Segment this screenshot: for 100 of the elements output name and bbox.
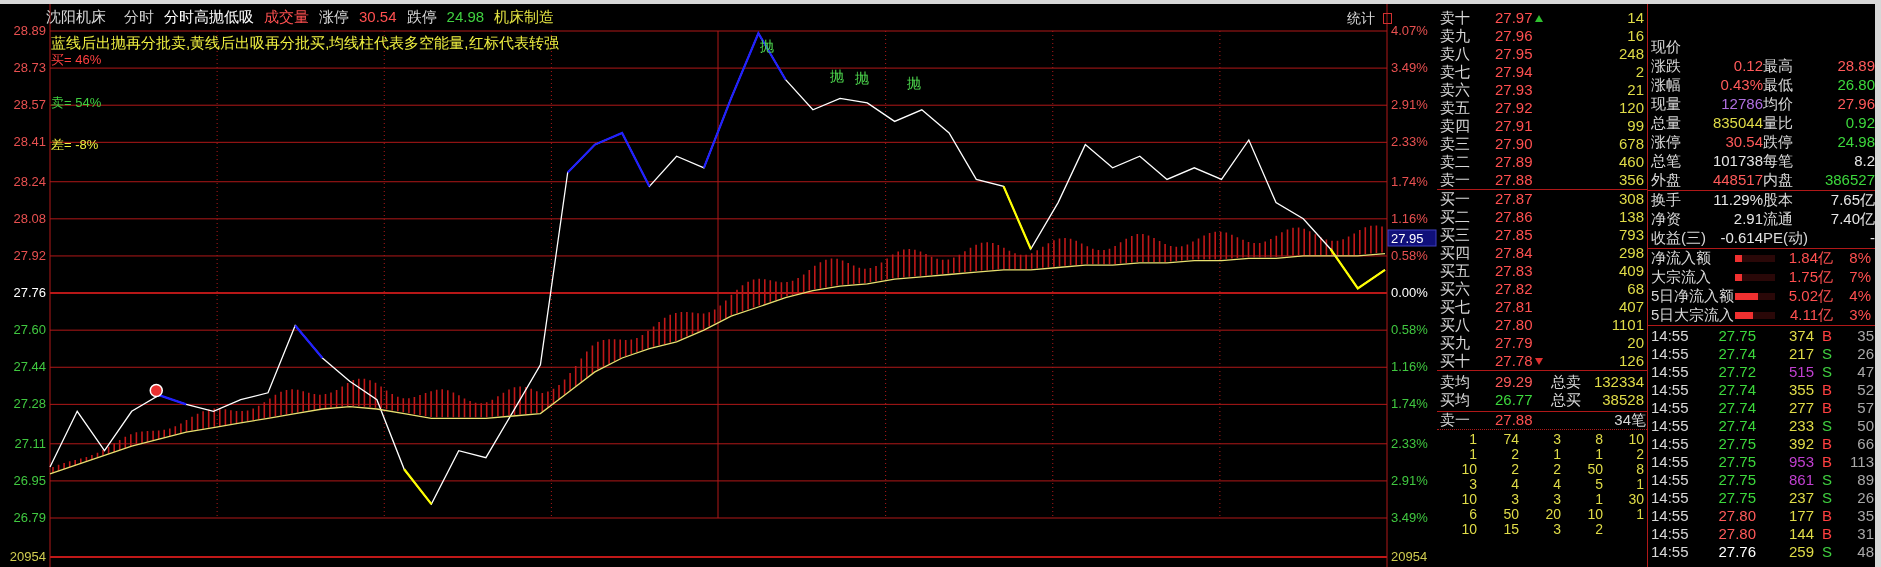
trade-price: 27.74 — [1717, 415, 1756, 436]
quote-value: 28.89 — [1836, 56, 1875, 77]
queue-order: 10 — [1627, 432, 1644, 447]
level-volume: 308 — [1617, 188, 1645, 209]
trade-price: 27.80 — [1717, 523, 1756, 544]
trade-time: 14:55 — [1650, 505, 1690, 526]
queue-order: 4 — [1510, 477, 1519, 492]
trade-price: 27.80 — [1717, 505, 1756, 526]
trade-count: 50 — [1856, 415, 1875, 436]
stats-button[interactable]: 统计 — [1347, 8, 1375, 29]
trade-volume: 237 — [1787, 487, 1814, 508]
trade-volume: 277 — [1787, 397, 1814, 418]
trade-time: 14:55 — [1650, 469, 1690, 490]
queue-order: 4 — [1552, 477, 1561, 492]
queue-order: 2 — [1635, 447, 1644, 462]
chart-tab[interactable]: 分时 — [124, 6, 154, 29]
queue-order: 1 — [1468, 447, 1477, 462]
axis-label: 3.49% — [1391, 60, 1428, 77]
industry-label: 机床制造 — [494, 7, 555, 28]
axis-label: 3.49% — [1391, 510, 1428, 526]
quote-value: 24.98 — [1836, 132, 1875, 153]
level-label: 卖二 — [1439, 151, 1471, 172]
trade-volume: 259 — [1787, 541, 1814, 562]
trade-price: 27.75 — [1717, 451, 1756, 472]
flow-label: 5日净流入额 — [1651, 286, 1735, 307]
summary-total: 38528 — [1601, 389, 1645, 410]
axis-label: 1.16% — [1391, 359, 1428, 376]
flow-label: 净流入额 — [1651, 248, 1712, 269]
queue-order: 8 — [1594, 432, 1603, 447]
queue-count: 34笔 — [1613, 410, 1647, 431]
summary-total-label: 总卖 — [1551, 371, 1581, 392]
level-volume: 409 — [1617, 260, 1645, 281]
axis-label: 28.89 — [12, 23, 46, 39]
sell-signal-label: 抛 — [854, 70, 869, 87]
level-label: 卖八 — [1439, 43, 1471, 64]
quote-value: -0.614 — [1719, 228, 1763, 249]
trade-time: 14:55 — [1650, 415, 1690, 436]
trade-price: 27.75 — [1717, 469, 1756, 490]
trade-count: 89 — [1856, 469, 1875, 490]
level-price: 27.97 — [1495, 7, 1533, 28]
quote-value: 30.54 — [1724, 132, 1763, 153]
summary-label: 卖均 — [1439, 371, 1471, 392]
level-label: 卖一 — [1439, 169, 1471, 190]
quote-label: PE(动) — [1763, 228, 1809, 249]
trade-price: 27.74 — [1717, 343, 1756, 364]
flow-percent: 7% — [1848, 267, 1871, 288]
trade-time: 14:55 — [1650, 523, 1690, 544]
level-price: 27.92 — [1495, 97, 1533, 118]
quote-value: 448517 — [1711, 170, 1763, 191]
queue-order: 10 — [1586, 507, 1603, 522]
level-price: 27.88 — [1495, 169, 1533, 190]
quote-label: 每笔 — [1763, 151, 1794, 172]
level-label: 买六 — [1439, 278, 1471, 299]
quote-label: 量比 — [1763, 113, 1794, 134]
quote-label: 涨幅 — [1651, 75, 1682, 96]
flow-value: 5.02亿 — [1787, 286, 1833, 307]
quote-label: 最高 — [1763, 56, 1794, 77]
level-volume: 356 — [1617, 169, 1645, 190]
trade-side: S — [1821, 415, 1833, 436]
quote-label: 跌停 — [1763, 132, 1794, 153]
trade-count: 47 — [1856, 361, 1875, 382]
trade-side: S — [1821, 361, 1833, 382]
summary-price: 29.29 — [1495, 371, 1534, 392]
level-volume: 99 — [1626, 115, 1645, 136]
flow-percent: 3% — [1848, 305, 1871, 326]
quote-label: 现量 — [1651, 94, 1682, 115]
axis-label: 0.58% — [1391, 322, 1428, 339]
trade-price: 27.75 — [1717, 487, 1756, 508]
level-volume: 1101 — [1610, 314, 1645, 335]
limit-up-label: 涨停 — [319, 7, 349, 28]
level-volume: 68 — [1626, 278, 1645, 299]
trade-count: 35 — [1856, 325, 1875, 346]
level-price: 27.84 — [1495, 242, 1533, 263]
queue-order: 2 — [1510, 447, 1519, 462]
window-toggle-icon[interactable] — [1383, 13, 1392, 24]
trade-volume: 144 — [1787, 523, 1814, 544]
trade-time: 14:55 — [1650, 487, 1690, 508]
axis-label: 28.57 — [12, 97, 46, 114]
trade-time: 14:55 — [1650, 433, 1690, 454]
axis-label: 1.16% — [1391, 210, 1428, 227]
axis-label: 1.74% — [1391, 396, 1428, 413]
queue-order: 5 — [1594, 477, 1603, 492]
queue-order: 50 — [1502, 507, 1519, 522]
trade-side: B — [1821, 397, 1833, 418]
axis-label: 2.33% — [1391, 435, 1428, 452]
level-price: 27.87 — [1495, 188, 1533, 209]
quote-value: 27.96 — [1836, 94, 1875, 115]
trade-count: 35 — [1856, 505, 1875, 526]
level-label: 卖九 — [1439, 25, 1471, 46]
chart-tab[interactable]: 分时高抛低吸 — [164, 6, 254, 29]
trade-side: B — [1821, 523, 1833, 544]
quote-value: 835044 — [1711, 113, 1763, 134]
level-volume: 2 — [1634, 61, 1645, 82]
quote-label: 最低 — [1763, 75, 1794, 96]
flow-label: 大宗流入 — [1651, 267, 1712, 288]
sell-signal-label: 抛 — [906, 74, 921, 91]
queue-order: 3 — [1468, 477, 1477, 492]
queue-order: 74 — [1502, 432, 1519, 447]
queue-order: 1 — [1635, 477, 1644, 492]
signal-dot-icon — [149, 383, 163, 398]
